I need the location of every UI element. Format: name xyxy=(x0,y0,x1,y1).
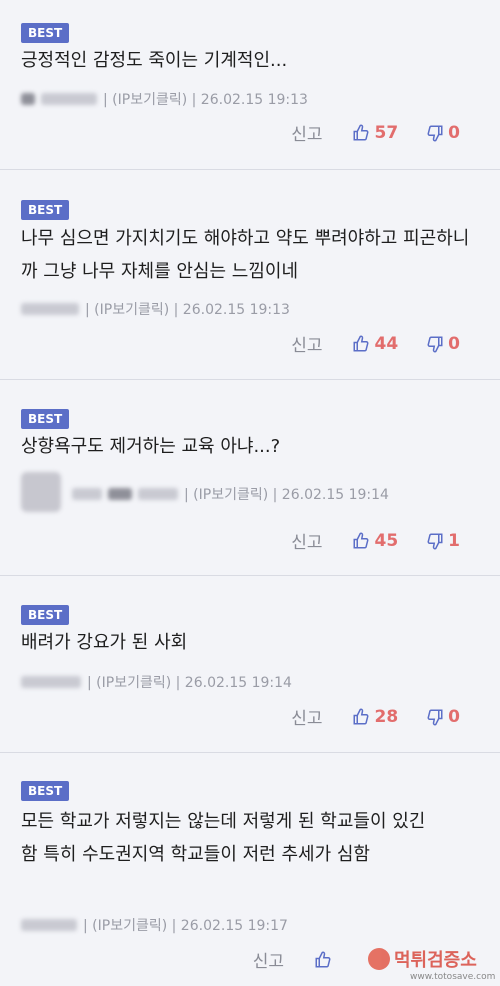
report-button[interactable]: 신고 xyxy=(291,331,322,356)
upvote-button[interactable]: 57 xyxy=(352,123,398,143)
comment-text: 상향욕구도 제거하는 교육 아냐...? xyxy=(21,436,281,457)
upvote-count: 44 xyxy=(374,333,399,354)
comment-item: BEST 상향욕구도 제거하는 교육 아냐...? | (IP보기클릭) | 2… xyxy=(0,380,500,576)
comment-meta: | (IP보기클릭) | 26.02.15 19:13 xyxy=(21,89,308,109)
upvote-button[interactable] xyxy=(314,951,332,969)
site-watermark: 먹튀검증소 xyxy=(368,946,477,972)
report-button[interactable]: 신고 xyxy=(291,704,322,729)
comment-actions: 신고 57 0 xyxy=(291,120,460,146)
author-blur xyxy=(21,93,35,105)
best-badge: BEST xyxy=(21,23,70,43)
thumbs-up-icon xyxy=(352,335,370,353)
upvote-button[interactable]: 28 xyxy=(352,707,398,727)
meta-info: | (IP보기클릭) | 26.02.15 19:13 xyxy=(103,92,308,108)
thumbs-down-icon xyxy=(426,124,444,142)
comment-actions: 신고 xyxy=(253,947,360,972)
best-badge: BEST xyxy=(21,200,70,220)
downvote-button[interactable]: 0 xyxy=(426,707,460,727)
comment-text: 모든 학교가 저렇지는 않는데 저렇게 된 학교들이 있긴 함 특히 수도권지역… xyxy=(21,811,426,865)
meta-info: | (IP보기클릭) | 26.02.15 19:13 xyxy=(85,302,290,318)
thumbs-down-icon xyxy=(426,335,444,353)
upvote-count: 45 xyxy=(374,530,399,551)
best-badge: BEST xyxy=(21,605,70,625)
comment-text: 긍정적인 감정도 죽이는 기계적인... xyxy=(21,50,288,71)
thumbs-up-icon xyxy=(352,708,370,726)
best-badge: BEST xyxy=(21,781,70,801)
thumbs-up-icon xyxy=(352,532,370,550)
comment-item: BEST 긍정적인 감정도 죽이는 기계적인... | (IP보기클릭) | 2… xyxy=(0,0,500,170)
comment-meta: | (IP보기클릭) | 26.02.15 19:14 xyxy=(72,484,389,504)
downvote-button[interactable]: 0 xyxy=(426,123,460,143)
meta-info: | (IP보기클릭) | 26.02.15 19:14 xyxy=(87,675,292,691)
author-blur xyxy=(21,303,79,315)
upvote-button[interactable]: 44 xyxy=(352,334,398,354)
report-button[interactable]: 신고 xyxy=(291,120,322,145)
comment-item: BEST 배려가 강요가 된 사회 | (IP보기클릭) | 26.02.15 … xyxy=(0,576,500,753)
author-blur xyxy=(41,93,97,105)
report-button[interactable]: 신고 xyxy=(291,528,322,553)
thumbs-down-icon xyxy=(426,708,444,726)
avatar xyxy=(21,472,61,512)
downvote-count: 0 xyxy=(448,122,460,143)
best-badge: BEST xyxy=(21,409,70,429)
author-blur xyxy=(21,919,77,931)
comment-meta: | (IP보기클릭) | 26.02.15 19:13 xyxy=(21,299,290,319)
thumbs-up-icon xyxy=(352,124,370,142)
comment-item: BEST 나무 심으면 가지치기도 해야하고 약도 뿌려야하고 피곤하니까 그냥… xyxy=(0,170,500,380)
comment-text: 배려가 강요가 된 사회 xyxy=(21,632,188,653)
comment-actions: 신고 28 0 xyxy=(291,704,460,730)
comment-actions: 신고 44 0 xyxy=(291,331,460,357)
downvote-count: 1 xyxy=(448,530,460,551)
downvote-count: 0 xyxy=(448,706,460,727)
author-blur xyxy=(72,488,102,500)
author-blur xyxy=(21,676,81,688)
downvote-button[interactable]: 1 xyxy=(426,531,460,551)
report-button[interactable]: 신고 xyxy=(253,947,284,972)
meta-info: | (IP보기클릭) | 26.02.15 19:17 xyxy=(83,918,288,934)
upvote-button[interactable]: 45 xyxy=(352,531,398,551)
meta-info: | (IP보기클릭) | 26.02.15 19:14 xyxy=(184,487,389,503)
upvote-count: 28 xyxy=(374,706,399,727)
downvote-button[interactable]: 0 xyxy=(426,334,460,354)
comment-meta: | (IP보기클릭) | 26.02.15 19:17 xyxy=(21,915,288,935)
thumbs-down-icon xyxy=(426,532,444,550)
author-blur xyxy=(108,488,132,500)
author-blur xyxy=(138,488,178,500)
comment-text: 나무 심으면 가지치기도 해야하고 약도 뿌려야하고 피곤하니까 그냥 나무 자… xyxy=(21,228,470,282)
upvote-count: 57 xyxy=(374,122,399,143)
comment-actions: 신고 45 1 xyxy=(291,528,460,554)
thumbs-up-icon xyxy=(314,951,332,969)
comment-meta: | (IP보기클릭) | 26.02.15 19:14 xyxy=(21,672,292,692)
watermark-brand: 먹튀검증소 xyxy=(394,950,477,971)
watermark-logo-icon xyxy=(368,948,390,970)
watermark-url: www.totosave.com xyxy=(410,972,496,982)
downvote-count: 0 xyxy=(448,333,460,354)
